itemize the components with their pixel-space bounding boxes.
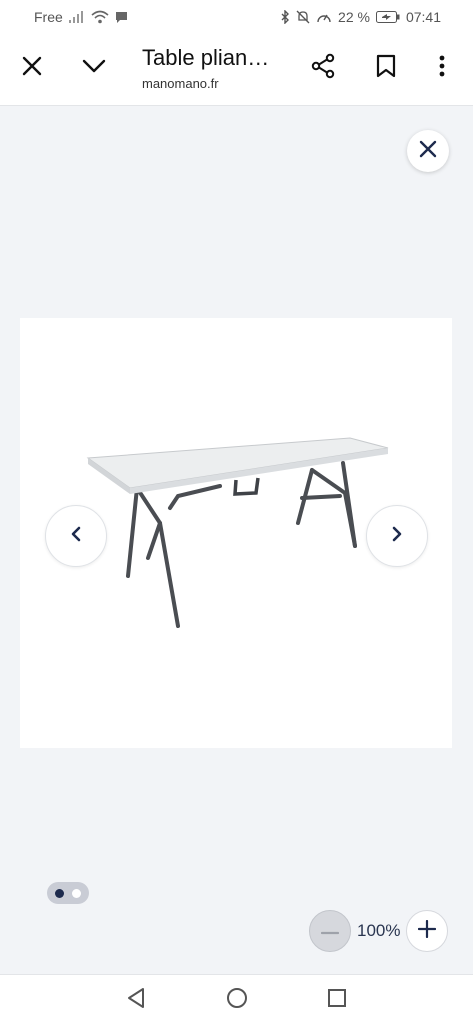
more-options-button[interactable] [422, 48, 462, 88]
signal-icon [68, 11, 85, 23]
page-domain: manomano.fr [142, 76, 219, 91]
recents-button[interactable] [322, 985, 352, 1015]
pager-dot[interactable] [72, 888, 81, 898]
home-button[interactable] [222, 985, 252, 1015]
image-pager [47, 882, 89, 904]
browser-header: Table plian… manomano.fr [0, 34, 473, 106]
back-triangle-icon [126, 987, 146, 1014]
share-button[interactable] [303, 48, 343, 88]
next-image-button[interactable] [366, 505, 428, 567]
close-viewer-button[interactable] [407, 130, 449, 172]
close-icon [419, 140, 437, 163]
previous-image-button[interactable] [45, 505, 107, 567]
carrier-label: Free [34, 9, 63, 25]
minus-icon [320, 922, 340, 940]
battery-icon [375, 11, 400, 23]
chevron-right-icon [391, 526, 403, 547]
status-right: 22 % 07:41 [280, 9, 441, 25]
image-viewer: 100% [0, 106, 473, 974]
close-tab-button[interactable] [12, 48, 52, 88]
zoom-level: 100% [357, 921, 401, 940]
chat-bubble-icon [115, 11, 128, 24]
chevron-down-icon [82, 58, 106, 79]
more-vert-icon [439, 55, 445, 82]
zoom-controls: 100% [309, 910, 449, 952]
status-bar: Free 22 % 07:41 [0, 0, 473, 34]
clock-time: 07:41 [405, 9, 441, 25]
status-left: Free [34, 9, 128, 25]
pager-dot-active[interactable] [55, 888, 64, 898]
bookmark-button[interactable] [366, 48, 406, 88]
recents-square-icon [327, 988, 347, 1013]
zoom-out-button[interactable] [309, 910, 351, 952]
wifi-icon [91, 10, 109, 24]
speed-icon [316, 10, 332, 24]
mute-icon [296, 10, 310, 24]
page-title: Table plian… [142, 45, 270, 70]
zoom-in-button[interactable] [406, 910, 449, 952]
bookmark-icon [376, 54, 396, 83]
close-icon [22, 56, 42, 81]
share-icon [310, 53, 336, 84]
back-button[interactable] [121, 985, 151, 1015]
plus-icon [418, 919, 437, 943]
battery-percent: 22 % [338, 9, 370, 25]
page-title-block: Table plian… manomano.fr [142, 44, 292, 91]
bluetooth-icon [280, 10, 290, 24]
system-navigation-bar [0, 974, 473, 1024]
home-circle-icon [226, 987, 248, 1014]
chevron-left-icon [70, 526, 82, 547]
collapse-button[interactable] [74, 48, 114, 88]
